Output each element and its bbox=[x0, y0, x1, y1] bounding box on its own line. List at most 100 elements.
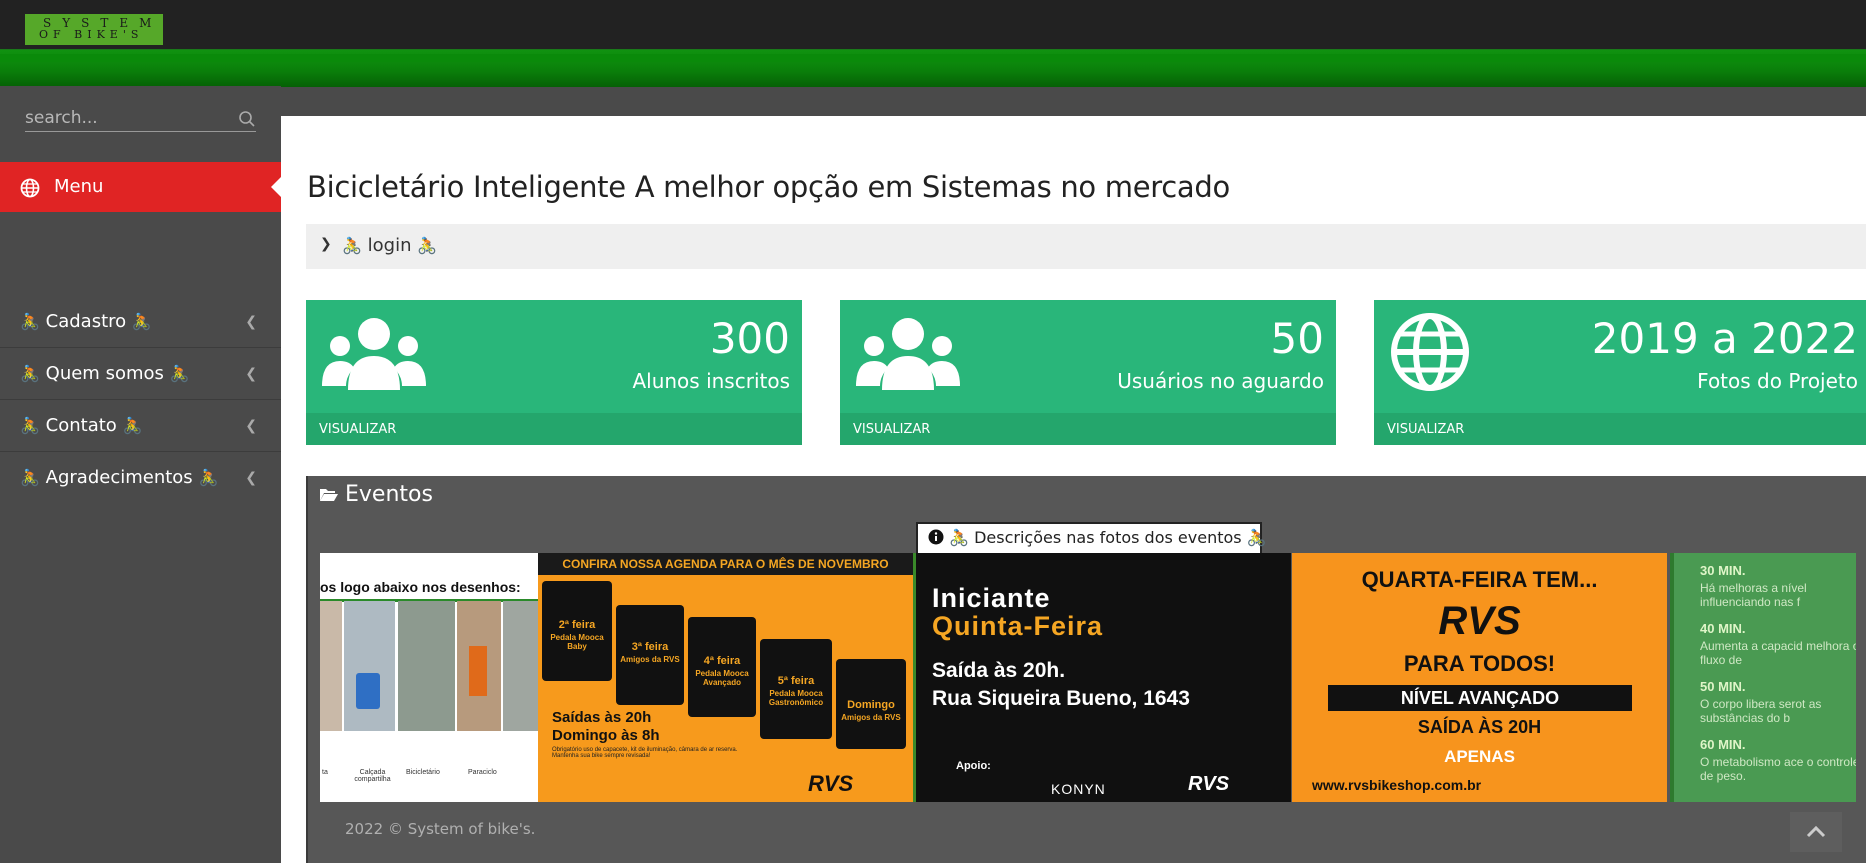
caption-text: Descrições nas fotos dos eventos bbox=[974, 528, 1242, 547]
slide-line: PARA TODOS! bbox=[1403, 651, 1556, 676]
benefit-title: 50 MIN. bbox=[1700, 679, 1746, 694]
slide-sunday: Domingo às 8h bbox=[552, 727, 660, 744]
top-bar: SYSTEM OF BIKE'S bbox=[0, 0, 1866, 49]
sidebar-item-label: Cadastro bbox=[45, 311, 127, 332]
event-slide-agenda[interactable]: CONFIRA NOSSA AGENDA PARA O MÊS DE NOVEM… bbox=[538, 553, 913, 802]
page-title: Bicicletário Inteligente A melhor opção … bbox=[307, 170, 1230, 204]
slide-apoio: Apoio: bbox=[956, 760, 991, 772]
breadcrumb: ❯ 🚴 login 🚴 bbox=[306, 224, 1866, 269]
bicyclist-icon: 🚴 bbox=[949, 528, 970, 547]
agenda-day: Domingo Amigos da RVS bbox=[836, 659, 906, 749]
agenda-day-label: 2ª feira bbox=[558, 619, 596, 631]
copyright: 2022 © System of bike's. bbox=[345, 820, 536, 838]
benefit-text: Há melhoras a nível influenciando nas f bbox=[1700, 581, 1807, 609]
sidebar-item-label: Contato bbox=[45, 415, 117, 436]
event-slide-benefits[interactable]: 30 MIN. Há melhoras a nível influenciand… bbox=[1670, 553, 1856, 802]
event-slide-quarta[interactable]: QUARTA-FEIRA TEM... RVS PARA TODOS! NÍVE… bbox=[1292, 553, 1667, 802]
search-input[interactable] bbox=[25, 107, 225, 129]
bicyclist-icon: 🚴 bbox=[1246, 528, 1267, 547]
logo[interactable]: SYSTEM OF BIKE'S bbox=[25, 14, 163, 45]
globe-icon bbox=[20, 178, 40, 198]
slide-banner: CONFIRA NOSSA AGENDA PARA O MÊS DE NOVEM… bbox=[538, 553, 913, 575]
visualizar-label: VISUALIZAR bbox=[853, 422, 931, 437]
sidebar-item-cadastro[interactable]: 🚴 Cadastro 🚴 ❮ bbox=[0, 297, 281, 348]
benefit-text: O corpo libera serot as substâncias do b bbox=[1700, 697, 1822, 725]
agenda-day-label: 5ª feira bbox=[777, 675, 815, 687]
folder-open-icon bbox=[320, 489, 338, 501]
stat-value: 300 bbox=[709, 314, 790, 363]
bicyclist-icon: 🚴 bbox=[20, 468, 40, 487]
agenda-day: 5ª feira Pedala Mooca Gastronômico bbox=[760, 639, 832, 739]
sidebar-item-label: Quem somos bbox=[45, 363, 164, 384]
info-icon bbox=[928, 529, 944, 545]
agenda-ride: Pedala Mooca Baby bbox=[550, 633, 604, 651]
slide-heading: os logo abaixo nos desenhos: bbox=[320, 579, 521, 595]
slide-url: www.rvsbikeshop.com.br bbox=[1312, 777, 1482, 793]
chevron-left-icon: ❮ bbox=[245, 470, 257, 486]
stat-card-alunos: 300 Alunos inscritos VISUALIZAR bbox=[306, 300, 802, 445]
slide-day: Quinta-Feira bbox=[932, 611, 1104, 641]
sidebar-item-label: Menu bbox=[54, 176, 104, 197]
photo-label: ta bbox=[322, 769, 328, 776]
visualizar-link[interactable]: VISUALIZAR bbox=[306, 413, 802, 445]
visualizar-link[interactable]: VISUALIZAR bbox=[840, 413, 1336, 445]
agenda-day-label: 4ª feira bbox=[703, 655, 741, 667]
sidebar-item-agradecimentos[interactable]: 🚴 Agradecimentos 🚴 ❮ bbox=[0, 453, 281, 503]
benefit-title: 60 MIN. bbox=[1700, 737, 1746, 752]
logo-line2: OF BIKE'S bbox=[39, 28, 144, 41]
bicyclist-icon: 🚴 bbox=[342, 236, 362, 255]
bicyclist-icon: 🚴 bbox=[20, 416, 40, 435]
bicyclist-icon: 🚴 bbox=[20, 364, 40, 383]
chevron-right-icon: ❯ bbox=[320, 236, 332, 252]
benefit-title: 40 MIN. bbox=[1700, 621, 1746, 636]
agenda-day-label: 3ª feira bbox=[631, 641, 669, 653]
stat-card-usuarios: 50 Usuários no aguardo VISUALIZAR bbox=[840, 300, 1336, 445]
photo-label: Paraciclo bbox=[468, 769, 497, 776]
agenda-day-label: Domingo bbox=[847, 699, 895, 711]
bicyclist-icon: 🚴 bbox=[169, 364, 190, 383]
benefit-text: O metabolismo ace o controle de peso. bbox=[1700, 755, 1856, 783]
events-caption: 🚴 Descrições nas fotos dos eventos 🚴 bbox=[916, 522, 1267, 555]
breadcrumb-login[interactable]: login bbox=[368, 235, 412, 256]
events-title: Eventos bbox=[345, 482, 433, 507]
bicyclist-icon: 🚴 bbox=[198, 468, 219, 487]
back-to-top-button[interactable] bbox=[1790, 812, 1842, 852]
photo bbox=[320, 601, 342, 731]
chevron-left-icon: ❮ bbox=[245, 418, 257, 434]
bicyclist-icon: 🚴 bbox=[417, 236, 438, 255]
users-icon bbox=[856, 318, 960, 390]
stat-value: 2019 a 2022 bbox=[1591, 314, 1858, 363]
agenda-ride: Pedala Mooca Avançado bbox=[695, 669, 749, 687]
chevron-left-icon: ❮ bbox=[245, 366, 257, 382]
sponsor-logo: KONYN bbox=[1051, 781, 1106, 797]
search-box bbox=[25, 107, 256, 132]
stat-label: Fotos do Projeto bbox=[1697, 369, 1858, 393]
event-slide-signs[interactable]: os logo abaixo nos desenhos: ta Calçada … bbox=[320, 553, 538, 802]
agenda-day: 4ª feira Pedala Mooca Avançado bbox=[688, 617, 756, 717]
chevron-left-icon: ❮ bbox=[245, 314, 257, 330]
benefit-text: Aumenta a capacid melhora o fluxo de bbox=[1700, 639, 1856, 667]
sidebar-item-quem-somos[interactable]: 🚴 Quem somos 🚴 ❮ bbox=[0, 349, 281, 400]
event-slide-quinta[interactable]: Iniciante Quinta-Feira Saída às 20h. Rua… bbox=[916, 553, 1291, 802]
events-left-border bbox=[306, 476, 308, 863]
sidebar-item-contato[interactable]: 🚴 Contato 🚴 ❮ bbox=[0, 401, 281, 452]
visualizar-link[interactable]: VISUALIZAR bbox=[1374, 413, 1866, 445]
slide-line: Rua Siqueira Bueno, 1643 bbox=[932, 687, 1190, 710]
photo-bicicletario bbox=[398, 601, 455, 731]
photo-label: Bicicletário bbox=[406, 769, 440, 776]
photo-paraciclo bbox=[503, 601, 538, 731]
agenda-day: 3ª feira Amigos da RVS bbox=[616, 605, 684, 705]
visualizar-label: VISUALIZAR bbox=[319, 422, 397, 437]
bicyclist-icon: 🚴 bbox=[20, 312, 40, 331]
slide-times: Saídas às 20h bbox=[552, 709, 652, 726]
agenda-ride: Amigos da RVS bbox=[620, 655, 680, 664]
slide-note: Obrigatório uso de capacete, kit de ilum… bbox=[552, 747, 738, 759]
stat-label: Alunos inscritos bbox=[632, 369, 790, 393]
brand-logo: RVS bbox=[808, 771, 854, 796]
globe-icon bbox=[1391, 313, 1469, 391]
search-icon[interactable] bbox=[238, 110, 256, 128]
chevron-up-icon bbox=[1806, 825, 1826, 838]
photo-calcada bbox=[344, 601, 395, 731]
photo-label: Calçada compartilha bbox=[354, 769, 391, 783]
sidebar-item-menu[interactable]: Menu bbox=[0, 162, 281, 212]
